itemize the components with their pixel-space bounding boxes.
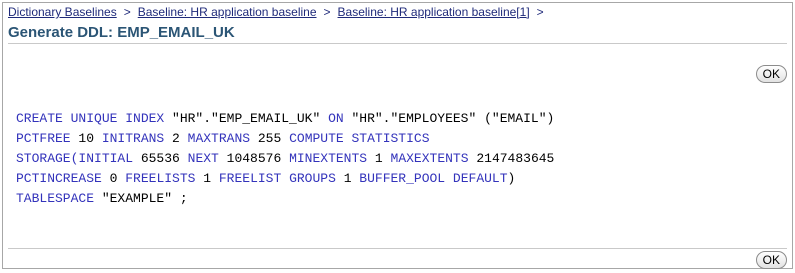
- ddl-line-1: CREATE UNIQUE INDEX "HR"."EMP_EMAIL_UK" …: [16, 111, 554, 126]
- ok-button-top[interactable]: OK: [755, 65, 787, 83]
- ddl-keyword: TABLESPACE: [16, 191, 102, 206]
- ddl-keyword: FREELISTS: [125, 171, 204, 186]
- ddl-value: "HR"."EMPLOYEES" ("EMAIL"): [351, 111, 555, 126]
- ddl-value: 0: [109, 171, 126, 186]
- ddl-keyword: COMPUTE STATISTICS: [289, 131, 430, 146]
- ddl-statement: CREATE UNIQUE INDEX "HR"."EMP_EMAIL_UK" …: [16, 109, 554, 209]
- ddl-value: 1: [374, 151, 391, 166]
- ddl-keyword: MAXEXTENTS: [390, 151, 477, 166]
- ddl-value: "EXAMPLE" ;: [101, 191, 188, 206]
- breadcrumb-separator: >: [123, 5, 131, 19]
- ddl-keyword: PCTINCREASE: [16, 171, 110, 186]
- ddl-line-3: STORAGE(INITIAL 65536 NEXT 1048576 MINEX…: [16, 151, 554, 166]
- ddl-keyword: MAXTRANS: [187, 131, 258, 146]
- breadcrumb-link-dictionary-baselines[interactable]: Dictionary Baselines: [8, 5, 117, 19]
- ddl-keyword: PCTFREE: [16, 131, 79, 146]
- ddl-keyword: MINEXTENTS: [289, 151, 375, 166]
- ddl-value: 1048576: [226, 151, 290, 166]
- ddl-keyword: BUFFER_POOL DEFAULT: [359, 171, 508, 186]
- ddl-value: "HR"."EMP_EMAIL_UK": [172, 111, 329, 126]
- ddl-value: 10: [78, 131, 102, 146]
- ddl-value: ): [507, 171, 516, 186]
- ddl-keyword: CREATE UNIQUE INDEX: [16, 111, 173, 126]
- ddl-page: Dictionary Baselines > Baseline: HR applic…: [2, 2, 793, 269]
- ddl-line-2: PCTFREE 10 INITRANS 2 MAXTRANS 255 COMPU…: [16, 131, 430, 146]
- ddl-keyword: INITRANS: [101, 131, 173, 146]
- ddl-value: 2: [172, 131, 188, 146]
- ddl-keyword: FREELIST GROUPS: [218, 171, 344, 186]
- breadcrumb-link-hr-baseline[interactable]: Baseline: HR application baseline: [138, 5, 317, 19]
- ddl-value: 1: [203, 171, 219, 186]
- title-divider: [8, 43, 787, 44]
- page-title: Generate DDL: EMP_EMAIL_UK: [8, 24, 235, 41]
- ddl-value: 1: [343, 171, 360, 186]
- ddl-line-5: TABLESPACE "EXAMPLE" ;: [16, 191, 188, 206]
- ddl-keyword: ON: [328, 111, 352, 126]
- ddl-line-4: PCTINCREASE 0 FREELISTS 1 FREELIST GROUP…: [16, 171, 515, 186]
- ddl-value: 65536: [140, 151, 188, 166]
- ddl-value: 2147483645: [476, 151, 555, 166]
- breadcrumb-link-hr-baseline-version[interactable]: Baseline: HR application baseline[1]: [338, 5, 530, 19]
- breadcrumb-separator: >: [323, 5, 331, 19]
- ddl-value: 255: [257, 131, 290, 146]
- ddl-keyword: NEXT: [187, 151, 227, 166]
- ddl-keyword: STORAGE(INITIAL: [16, 151, 141, 166]
- footer-divider: [8, 248, 787, 249]
- ok-button-bottom[interactable]: OK: [755, 251, 787, 269]
- breadcrumb: Dictionary Baselines > Baseline: HR applic…: [8, 5, 551, 19]
- breadcrumb-separator: >: [536, 5, 544, 19]
